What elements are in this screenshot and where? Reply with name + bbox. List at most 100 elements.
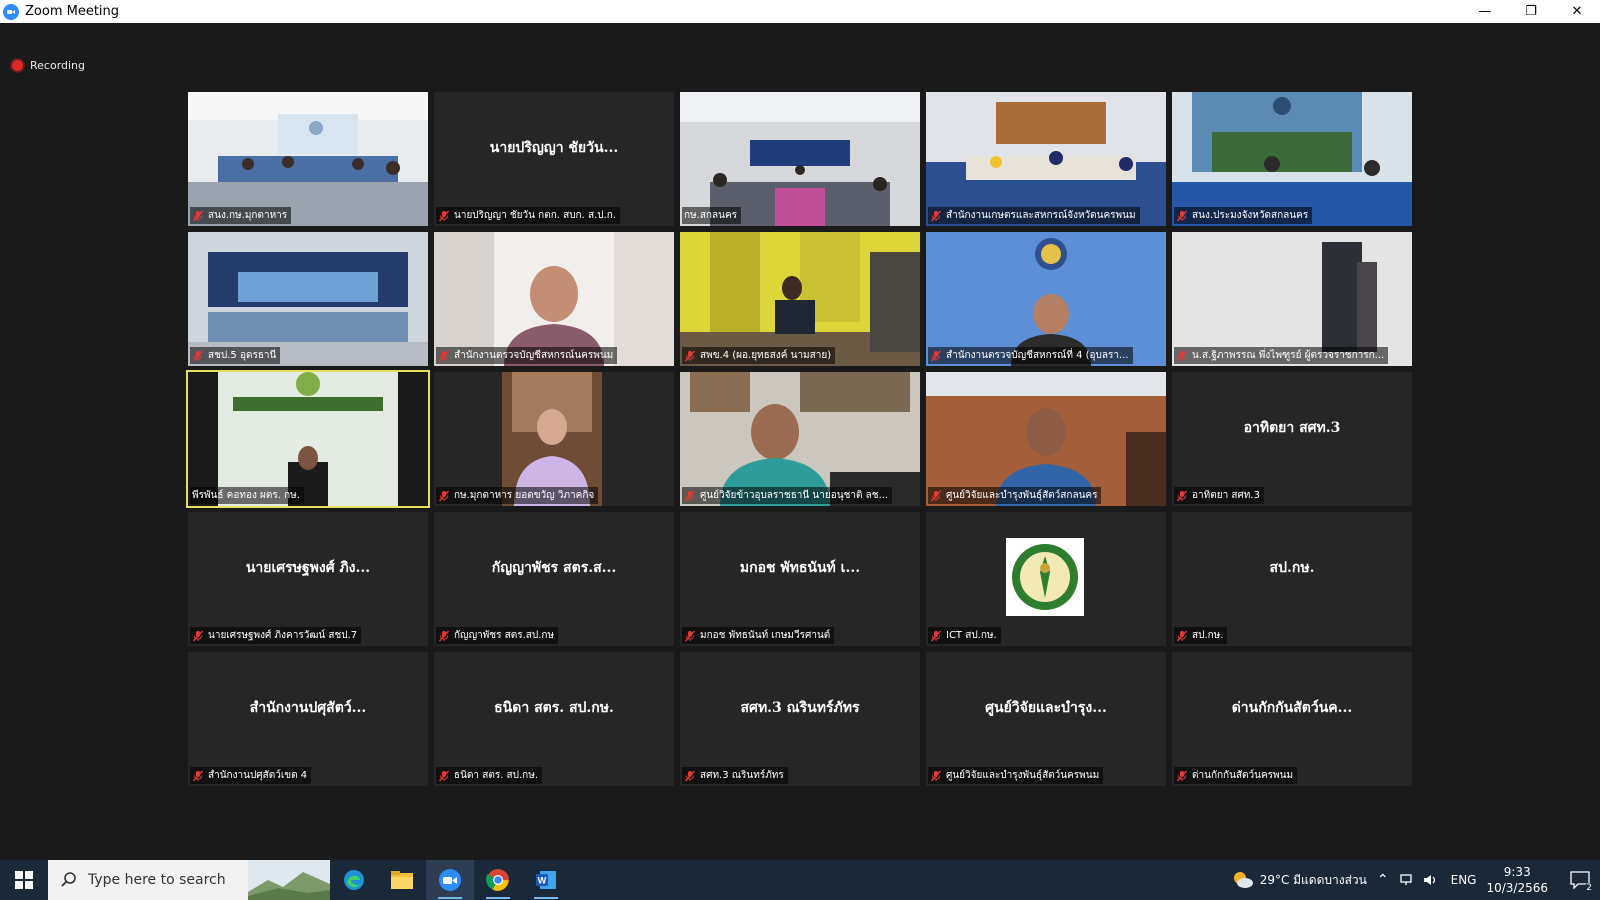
participant-name: สนง.ประมงจังหวัดสกลนคร [1192, 210, 1309, 221]
participant-name-bar: สศท.3 ณรินทร์ภัทร [682, 767, 788, 784]
participant-tile[interactable]: น.ส.ฐิภาพรรณ พึ่งไพฑูรย์ ผู้ตรวจราชการก.… [1172, 232, 1412, 366]
weather-text[interactable]: 29°C มีแดดบางส่วน [1260, 871, 1367, 890]
recording-dot-icon [12, 60, 23, 71]
participant-center-name: ธนิดา สตร. สป.กษ. [494, 700, 614, 716]
participant-video [680, 372, 920, 506]
taskbar-file-explorer[interactable] [378, 860, 426, 900]
participant-name-bar: ด่านกักกันสัตว์นครพนม [1174, 767, 1298, 784]
participant-tile[interactable]: ศูนย์วิจัยข้าวอุบลราชธานี นายอนุชาติ ลช.… [680, 372, 920, 506]
participant-name-bar: น.ส.ฐิภาพรรณ พึ่งไพฑูรย์ ผู้ตรวจราชการก.… [1174, 347, 1389, 364]
notification-center-button[interactable]: 2 [1560, 860, 1600, 900]
participant-video [434, 372, 674, 506]
participant-tile[interactable]: ธนิดา สตร. สป.กษ. ธนิดา สตร. สป.กษ. [434, 652, 674, 786]
participant-name-bar: สพข.4 (ผอ.ยุทธสงค์ นามสาย) [682, 347, 836, 364]
muted-mic-icon [438, 350, 450, 361]
participant-name: ศูนย์วิจัยข้าวอุบลราชธานี นายอนุชาติ ลช.… [700, 490, 889, 501]
chevron-up-icon[interactable]: ⌃ [1377, 872, 1389, 888]
participant-tile[interactable]: สศท.3 ณรินทร์ภัทร สศท.3 ณรินทร์ภัทร [680, 652, 920, 786]
window-titlebar: Zoom Meeting — ❐ ✕ [0, 0, 1600, 23]
participant-name: สศท.3 ณรินทร์ภัทร [700, 770, 784, 781]
windows-start-button[interactable] [0, 860, 48, 900]
recording-label: Recording [30, 59, 86, 72]
participant-tile[interactable]: ศูนย์วิจัยและบำรุงพันธุ์สัตว์สกลนคร [926, 372, 1166, 506]
participant-video [680, 92, 920, 226]
participant-tile[interactable]: กษ.มุกดาหาร ยอดขวัญ วิภาคกิจ [434, 372, 674, 506]
participant-tile[interactable]: สป.กษ. สป.กษ. [1172, 512, 1412, 646]
participant-tile[interactable]: พีรพันธ์ คอทอง ผตร. กษ. [186, 370, 430, 508]
participant-tile[interactable]: กัญญาพัชร สตร.ส... กัญญาพัชร สตร.สป.กษ [434, 512, 674, 646]
muted-mic-icon [930, 210, 942, 221]
clock[interactable]: 9:33 10/3/2566 [1486, 864, 1548, 896]
taskbar-edge[interactable] [330, 860, 378, 900]
participant-name: นายปริญญา ชัยวัน กตก. สบก. ส.ป.ก. [454, 210, 617, 221]
participant-name: สำนักงานตรวจบัญชีสหกรณ์ที่ 4 (อุบลรา... [946, 350, 1129, 361]
minimize-button[interactable]: — [1462, 0, 1508, 23]
recording-indicator[interactable]: Recording [12, 59, 85, 72]
participant-video [1172, 232, 1412, 366]
search-highlight-illustration-icon [248, 860, 330, 900]
taskbar-word[interactable]: W [522, 860, 570, 900]
muted-mic-icon [438, 630, 450, 641]
muted-mic-icon [192, 770, 204, 781]
participant-video [926, 232, 1166, 366]
participant-name-bar: นายเศรษฐพงศ์ ภิงคารวัฒน์ สชป.7 [190, 627, 362, 644]
participant-tile[interactable]: กษ.สกลนคร [680, 92, 920, 226]
participant-name-bar: สำนักงานปศุสัตว์เขต 4 [190, 767, 312, 784]
chrome-icon [486, 869, 509, 891]
participant-center-name: สำนักงานปศุสัตว์... [249, 700, 367, 716]
participant-name-bar: ICT สป.กษ. [928, 627, 1001, 644]
muted-mic-icon [192, 630, 204, 641]
participant-center-name: สป.กษ. [1269, 560, 1315, 576]
participant-tile[interactable]: สนง.กษ.มุกดาหาร [188, 92, 428, 226]
restore-button[interactable]: ❐ [1508, 0, 1554, 23]
participant-tile[interactable]: สชป.5 อุดรธานี [188, 232, 428, 366]
participant-name: น.ส.ฐิภาพรรณ พึ่งไพฑูรย์ ผู้ตรวจราชการก.… [1192, 350, 1385, 361]
participant-tile[interactable]: สนง.ประมงจังหวัดสกลนคร [1172, 92, 1412, 226]
participant-name: มกอช พัทธนันท์ เกษมวีรศานต์ [700, 630, 831, 641]
participant-name: นายเศรษฐพงศ์ ภิงคารวัฒน์ สชป.7 [208, 630, 358, 641]
participant-name-bar: อาทิตยา สศท.3 [1174, 487, 1264, 504]
participant-name-bar: สำนักงานตรวจบัญชีสหกรณ์ที่ 4 (อุบลรา... [928, 347, 1133, 364]
participant-name: อาทิตยา สศท.3 [1192, 490, 1260, 501]
participant-tile[interactable]: อาทิตยา สศท.3 อาทิตยา สศท.3 [1172, 372, 1412, 506]
participant-name: ศูนย์วิจัยและบำรุงพันธุ์สัตว์นครพนม [946, 770, 1100, 781]
participant-name: ICT สป.กษ. [946, 630, 997, 641]
participant-center-name: มกอช พัทธนันท์ เ... [739, 560, 861, 576]
participant-tile[interactable]: นายเศรษฐพงศ์ ภิง... นายเศรษฐพงศ์ ภิงคารวั… [188, 512, 428, 646]
language-indicator[interactable]: ENG [1451, 873, 1477, 887]
participant-center-name: ด่านกักกันสัตว์นค... [1231, 700, 1353, 716]
participant-name-bar: กษ.สกลนคร [682, 207, 742, 224]
zoom-icon [439, 869, 461, 891]
participant-center-name: นายปริญญา ชัยวัน... [489, 140, 619, 156]
participant-tile[interactable]: นายปริญญา ชัยวัน... นายปริญญา ชัยวัน กตก.… [434, 92, 674, 226]
participant-tile[interactable]: ICT สป.กษ. [926, 512, 1166, 646]
participant-name: สำนักงานเกษตรและสหกรณ์จังหวัดนครพนม [946, 210, 1136, 221]
participant-name: สป.กษ. [1192, 630, 1224, 641]
participant-name: สนง.กษ.มุกดาหาร [208, 210, 288, 221]
muted-mic-icon [684, 490, 696, 501]
participant-tile[interactable]: สำนักงานปศุสัตว์... สำนักงานปศุสัตว์เขต 4 [188, 652, 428, 786]
participant-tile[interactable]: ด่านกักกันสัตว์นค... ด่านกักกันสัตว์นครพน… [1172, 652, 1412, 786]
participant-tile[interactable]: สพข.4 (ผอ.ยุทธสงค์ นามสาย) [680, 232, 920, 366]
close-button[interactable]: ✕ [1554, 0, 1600, 23]
taskbar-zoom[interactable] [426, 860, 474, 900]
participant-tile[interactable]: สำนักงานตรวจบัญชีสหกรณ์ที่ 4 (อุบลรา... [926, 232, 1166, 366]
participant-name-bar: สนง.ประมงจังหวัดสกลนคร [1174, 207, 1313, 224]
muted-mic-icon [684, 770, 696, 781]
volume-icon[interactable] [1423, 873, 1439, 887]
participant-tile[interactable]: ศูนย์วิจัยและบำรุง... ศูนย์วิจัยและบำรุงพ… [926, 652, 1166, 786]
taskbar-search-box[interactable]: Type here to search [48, 860, 330, 900]
taskbar-chrome[interactable] [474, 860, 522, 900]
participant-name: ด่านกักกันสัตว์นครพนม [1192, 770, 1294, 781]
participant-tile[interactable]: สำนักงานตรวจบัญชีสหกรณ์นครพนม [434, 232, 674, 366]
notification-count: 2 [1584, 883, 1594, 893]
participant-name: กัญญาพัชร สตร.สป.กษ [454, 630, 555, 641]
participant-name-bar: สำนักงานเกษตรและสหกรณ์จังหวัดนครพนม [928, 207, 1140, 224]
clock-time: 9:33 [1503, 865, 1531, 879]
participant-name-bar: กษ.มุกดาหาร ยอดขวัญ วิภาคกิจ [436, 487, 599, 504]
participant-name-bar: สำนักงานตรวจบัญชีสหกรณ์นครพนม [436, 347, 618, 364]
participant-tile[interactable]: มกอช พัทธนันท์ เ... มกอช พัทธนันท์ เกษมวี… [680, 512, 920, 646]
network-icon[interactable] [1399, 873, 1413, 887]
participant-tile[interactable]: สำนักงานเกษตรและสหกรณ์จังหวัดนครพนม [926, 92, 1166, 226]
participant-name: สพข.4 (ผอ.ยุทธสงค์ นามสาย) [700, 350, 832, 361]
